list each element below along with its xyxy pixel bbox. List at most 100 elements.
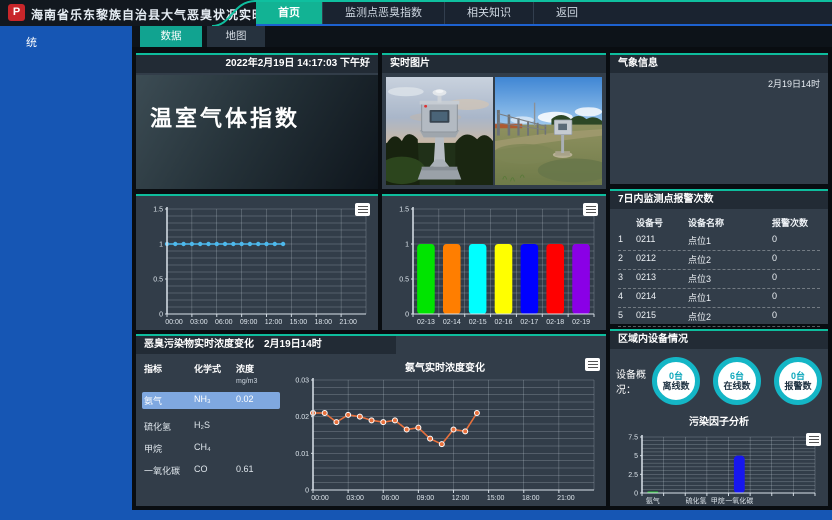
chart-menu-icon[interactable] <box>585 358 600 371</box>
svg-text:0.02: 0.02 <box>295 414 309 421</box>
alarm-panel-title: 7日内监测点报警次数 <box>610 191 828 209</box>
devices-panel: 区域内设备情况 设备概况： 0台 离线数 6台 在线数 0台 报警数 污染因子分… <box>610 329 828 506</box>
svg-text:03:00: 03:00 <box>346 495 364 502</box>
svg-text:02-18: 02-18 <box>546 319 564 326</box>
daily-index-bar-chart[interactable]: 00.511.502-1302-1402-1502-1602-1702-1802… <box>386 202 602 327</box>
svg-text:0.5: 0.5 <box>399 277 409 284</box>
nh3-chart-area: 氨气实时浓度变化 00.010.020.0300:0003:0006:0009:… <box>284 356 606 506</box>
svg-text:00:00: 00:00 <box>165 319 183 326</box>
nh3-line-chart[interactable]: 00.010.020.0300:0003:0006:0009:0012:0015… <box>286 373 602 503</box>
odor-panel-time: 2月19日14时 <box>264 336 322 354</box>
pollution-factor-bar-chart[interactable]: 0 2.5 5 7.5 氨气 硫化氢甲烷一氧化碳 <box>615 430 823 506</box>
weather-panel-title: 气象信息 <box>610 55 828 73</box>
svg-text:03:00: 03:00 <box>190 319 208 326</box>
svg-text:0.03: 0.03 <box>295 378 309 385</box>
greenhouse-index-chart-panel: 00.511.500:0003:0006:0009:0012:0015:0018… <box>136 194 378 330</box>
chart-menu-icon[interactable] <box>806 433 821 446</box>
odor-table: 指标 化学式 浓度mg/m3 氨气 NH₃ 0.02 硫化氢 H₂S 甲烷 CH… <box>136 356 284 506</box>
nav-item-back[interactable]: 返回 <box>533 2 600 24</box>
online-count-badge: 6台 在线数 <box>713 357 761 405</box>
svg-text:1.5: 1.5 <box>153 207 163 214</box>
sidebar-title-overflow: 统 <box>0 26 132 50</box>
nav-item-odor-index[interactable]: 监测点恶臭指数 <box>322 2 444 24</box>
daily-index-chart-panel: 00.511.502-1302-1402-1502-1602-1702-1802… <box>382 194 606 330</box>
device-overview-label: 设备概况： <box>616 366 652 396</box>
svg-text:0: 0 <box>405 312 409 319</box>
svg-text:02-16: 02-16 <box>495 319 513 326</box>
svg-text:00:00: 00:00 <box>311 495 329 502</box>
svg-text:09:00: 09:00 <box>417 495 435 502</box>
main-nav: 首页 监测点恶臭指数 相关知识 返回 <box>256 0 832 26</box>
page-headline: 温室气体指数 <box>150 101 300 133</box>
app-logo-icon: P <box>8 4 25 21</box>
chart-menu-icon[interactable] <box>583 203 598 216</box>
svg-text:02-19: 02-19 <box>572 319 590 326</box>
alarm-count-badge: 0台 报警数 <box>774 357 822 405</box>
pollution-factor-chart-area: 0 2.5 5 7.5 氨气 硫化氢甲烷一氧化碳 <box>615 430 823 506</box>
svg-text:02-14: 02-14 <box>443 319 461 326</box>
table-row: 硫化氢 H₂S <box>144 420 280 433</box>
table-row: 氨气 NH₃ 0.02 <box>142 392 280 409</box>
svg-text:12:00: 12:00 <box>265 319 283 326</box>
svg-text:18:00: 18:00 <box>522 495 540 502</box>
greenhouse-index-line-chart[interactable]: 00.511.500:0003:0006:0009:0012:0015:0018… <box>140 202 374 327</box>
svg-text:09:00: 09:00 <box>240 319 258 326</box>
photos-panel: 实时图片 <box>382 53 606 189</box>
site-photo-right <box>495 77 602 185</box>
greeting-body: 温室气体指数 <box>136 75 378 189</box>
table-row: 甲烷 CH₄ <box>144 442 280 455</box>
weather-time: 2月19日14时 <box>610 73 828 90</box>
svg-text:5: 5 <box>634 453 638 460</box>
datetime-text: 2022年2月19日 14:17:03 下午好 <box>136 55 378 73</box>
svg-text:15:00: 15:00 <box>487 495 505 502</box>
svg-text:15:00: 15:00 <box>290 319 308 326</box>
svg-text:1.5: 1.5 <box>399 207 409 214</box>
devices-panel-title: 区域内设备情况 <box>610 331 828 349</box>
alarm-table: 设备号 设备名称 报警次数 10211 点位10 20212 点位20 3021… <box>610 209 828 346</box>
table-row: 10211 点位10 <box>618 232 820 251</box>
svg-text:02-17: 02-17 <box>520 319 538 326</box>
svg-text:2.5: 2.5 <box>628 472 638 479</box>
chart-menu-icon[interactable] <box>355 203 370 216</box>
svg-text:甲烷: 甲烷 <box>711 496 725 505</box>
weather-panel: 气象信息 2月19日14时 <box>610 53 828 184</box>
svg-text:06:00: 06:00 <box>215 319 233 326</box>
svg-text:1: 1 <box>159 242 163 249</box>
svg-text:02-15: 02-15 <box>469 319 487 326</box>
offline-count-badge: 0台 离线数 <box>652 357 700 405</box>
svg-text:一氧化碳: 一氧化碳 <box>725 496 753 505</box>
odor-panel: 恶臭污染物实时浓度变化 2月19日14时 指标 化学式 浓度mg/m3 氨气 N… <box>136 334 606 506</box>
svg-text:0: 0 <box>159 312 163 319</box>
site-photo-left <box>386 77 493 185</box>
nav-item-home[interactable]: 首页 <box>256 2 322 24</box>
svg-text:12:00: 12:00 <box>452 495 470 502</box>
alarm-table-panel: 7日内监测点报警次数 设备号 设备名称 报警次数 10211 点位10 2021… <box>610 189 828 324</box>
dashboard-app: P 海南省乐东黎族自治县大气恶臭状况实时发布系 首页 监测点恶臭指数 相关知识 … <box>0 0 832 520</box>
tab-data[interactable]: 数据 <box>140 26 202 47</box>
svg-text:1: 1 <box>405 242 409 249</box>
svg-text:21:00: 21:00 <box>339 319 357 326</box>
svg-text:0: 0 <box>634 491 638 498</box>
view-tabs: 数据 地图 <box>132 26 832 47</box>
svg-text:0.5: 0.5 <box>153 277 163 284</box>
table-row: 30213 点位30 <box>618 270 820 289</box>
table-row: 20212 点位20 <box>618 251 820 270</box>
svg-text:06:00: 06:00 <box>381 495 399 502</box>
photos-panel-title: 实时图片 <box>382 55 606 73</box>
table-row: 一氧化碳 CO 0.61 <box>144 464 280 477</box>
svg-text:7.5: 7.5 <box>628 435 638 442</box>
alarm-table-header: 设备号 设备名称 报警次数 <box>618 213 820 232</box>
left-sidebar: 统 <box>0 26 132 520</box>
device-overview: 设备概况： 0台 离线数 6台 在线数 0台 报警数 <box>610 349 828 407</box>
pollution-factor-title: 污染因子分析 <box>610 413 828 428</box>
odor-panel-title: 恶臭污染物实时浓度变化 <box>144 336 254 354</box>
svg-text:氨气: 氨气 <box>646 496 660 505</box>
greeting-panel: 2022年2月19日 14:17:03 下午好 温室气体指数 <box>136 53 378 189</box>
table-row: 40214 点位10 <box>618 289 820 308</box>
tab-map[interactable]: 地图 <box>207 26 265 47</box>
top-bar: P 海南省乐东黎族自治县大气恶臭状况实时发布系 首页 监测点恶臭指数 相关知识 … <box>0 0 832 26</box>
svg-text:0.01: 0.01 <box>295 451 309 458</box>
nav-item-knowledge[interactable]: 相关知识 <box>444 2 533 24</box>
svg-text:21:00: 21:00 <box>557 495 575 502</box>
svg-text:硫化氢: 硫化氢 <box>686 496 707 505</box>
